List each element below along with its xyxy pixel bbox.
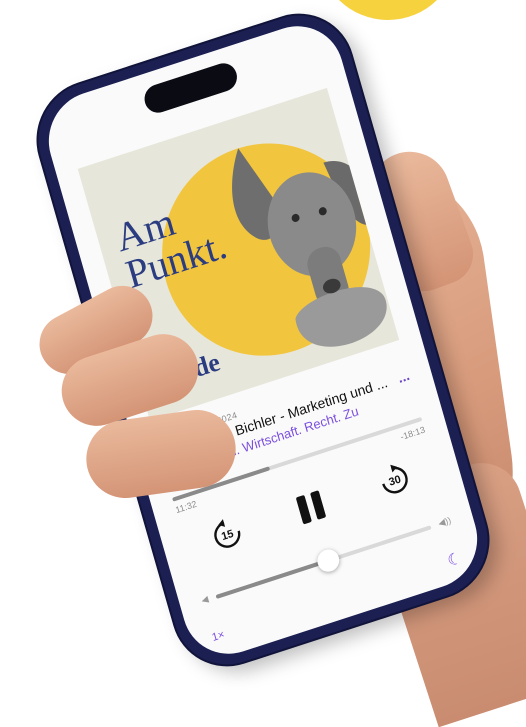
elapsed-time: 11:32 bbox=[174, 498, 198, 516]
skip-back-icon: 15 bbox=[213, 519, 241, 548]
playback-speed-button[interactable]: 1× bbox=[211, 629, 226, 644]
pause-button[interactable] bbox=[286, 482, 335, 533]
remaining-time: -18:13 bbox=[399, 424, 427, 443]
pause-icon bbox=[296, 490, 326, 525]
skip-back-button[interactable]: 15 bbox=[206, 513, 248, 556]
sleep-timer-icon[interactable]: ☾ bbox=[445, 548, 464, 572]
more-button[interactable]: ... bbox=[396, 367, 412, 386]
volume-high-icon: ◀)) bbox=[437, 514, 453, 529]
skip-back-label: 15 bbox=[220, 528, 235, 543]
skip-forward-label: 30 bbox=[388, 473, 403, 488]
volume-fill bbox=[215, 558, 329, 599]
skip-forward-button[interactable]: 30 bbox=[374, 458, 416, 501]
volume-low-icon: ◀ bbox=[200, 593, 210, 606]
volume-knob[interactable] bbox=[314, 546, 342, 575]
skip-forward-icon: 30 bbox=[382, 464, 409, 494]
